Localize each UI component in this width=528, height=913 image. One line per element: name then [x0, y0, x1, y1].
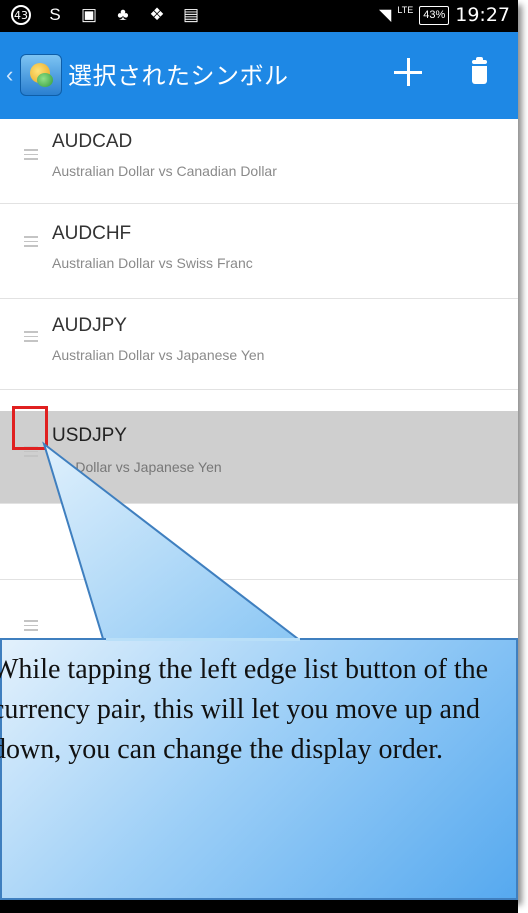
navigation-bar — [0, 900, 518, 913]
callout-pointer-join — [106, 638, 300, 641]
phone-screen: 43 S ▣ ♣ ❖ ▤ ◥ LTE 43% 19:27 ‹ 選択されたシンボル… — [0, 0, 518, 900]
